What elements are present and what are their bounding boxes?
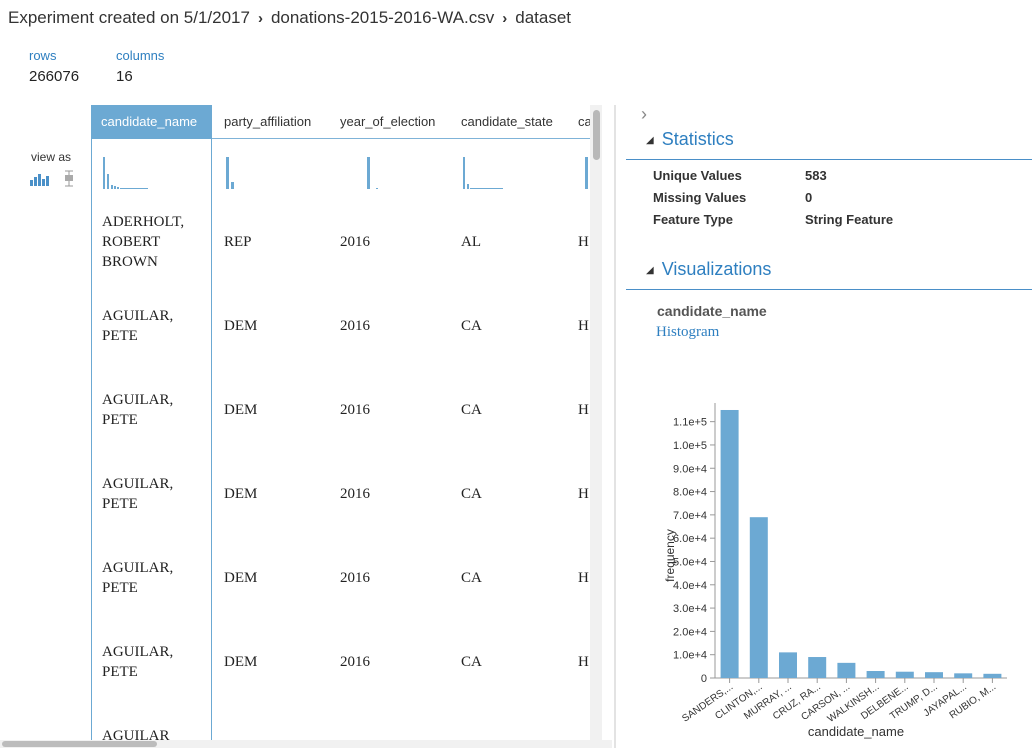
cell-candidate-name[interactable]: AGUILAR, PETE <box>102 474 202 514</box>
cell-party-affiliation[interactable]: REP <box>224 232 252 252</box>
y-tick-label: 8.0e+4 <box>673 487 707 499</box>
stat-value-unique: 583 <box>805 168 827 183</box>
cell-party-affiliation[interactable]: DEM <box>224 568 257 588</box>
stat-value-feature-type: String Feature <box>805 212 894 227</box>
cell-candidate-state[interactable]: CA <box>461 316 482 336</box>
cell-candidate-state[interactable]: CA <box>461 652 482 672</box>
cell-candidate-state[interactable]: CA <box>461 484 482 504</box>
y-tick-label: 5.0e+4 <box>673 556 707 568</box>
cell-partial[interactable]: H <box>578 652 589 672</box>
boxplot-view-icon[interactable] <box>65 170 73 187</box>
histogram-chart: 0 1.0e+4 2.0e+4 3.0e+4 4.0e+4 5.0e+4 6.0e+4 7.0… <box>663 403 1007 739</box>
stat-label-feature-type: Feature Type <box>653 212 733 227</box>
breadcrumb-dataset: dataset <box>515 8 572 27</box>
view-as-icons <box>30 170 73 187</box>
y-tick-label: 3.0e+4 <box>673 603 707 615</box>
cell-party-affiliation[interactable]: DEM <box>224 652 257 672</box>
stat-label-missing: Missing Values <box>653 190 747 205</box>
data-grid: candidate_name party_affiliation year_of… <box>91 105 603 748</box>
mini-histogram-party-affiliation[interactable] <box>226 157 246 189</box>
y-tick-label: 0 <box>701 673 707 685</box>
cell-partial[interactable]: H <box>578 400 589 420</box>
cell-year-of-election[interactable]: 2016 <box>340 316 370 336</box>
mini-histogram-year-of-election[interactable] <box>367 157 387 189</box>
cell-party-affiliation[interactable]: DEM <box>224 316 257 336</box>
chevron-right-icon: › <box>257 10 263 27</box>
cell-year-of-election[interactable]: 2016 <box>340 568 370 588</box>
horizontal-scrollbar-thumb[interactable] <box>2 741 157 747</box>
column-header-candidate-name[interactable]: candidate_name <box>91 105 212 139</box>
visualization-column-name: candidate_name <box>657 303 767 319</box>
histogram-bar[interactable] <box>749 517 768 678</box>
cell-candidate-state[interactable]: CA <box>461 568 482 588</box>
cell-party-affiliation[interactable]: DEM <box>224 484 257 504</box>
visualizations-divider <box>626 289 1032 290</box>
cell-candidate-name[interactable]: ADERHOLT, ROBERT BROWN <box>102 212 202 272</box>
expand-chevron-icon[interactable]: › <box>641 104 647 125</box>
cell-candidate-name[interactable]: AGUILAR, PETE <box>102 306 202 346</box>
visualizations-title: Visualizations <box>661 259 772 279</box>
statistics-section-header[interactable]: ◢ Statistics <box>646 129 734 150</box>
cell-party-affiliation[interactable]: DEM <box>224 400 257 420</box>
visualization-type-link[interactable]: Histogram <box>656 324 719 341</box>
breadcrumb-dataset-file[interactable]: donations-2015-2016-WA.csv <box>271 8 494 27</box>
y-tick-label: 2.0e+4 <box>673 626 707 638</box>
panel-divider[interactable] <box>614 105 616 748</box>
cell-year-of-election[interactable]: 2016 <box>340 232 370 252</box>
breadcrumb-experiment[interactable]: Experiment created on 5/1/2017 <box>8 8 250 27</box>
y-tick-label: 1.0e+4 <box>673 650 707 662</box>
mini-histogram-candidate-state[interactable] <box>463 157 508 189</box>
cell-year-of-election[interactable]: 2016 <box>340 652 370 672</box>
mini-histogram-candidate-name[interactable] <box>103 157 148 189</box>
histogram-bar[interactable] <box>837 662 856 678</box>
cell-year-of-election[interactable]: 2016 <box>340 400 370 420</box>
histogram-bar[interactable] <box>895 671 914 678</box>
y-tick-label: 6.0e+4 <box>673 533 707 545</box>
cell-partial[interactable]: H <box>578 568 589 588</box>
rows-value: 266076 <box>29 68 80 85</box>
cell-partial[interactable]: H <box>578 232 589 252</box>
histogram-bar[interactable] <box>779 652 797 678</box>
columns-label: columns <box>116 48 165 63</box>
cell-partial[interactable]: H <box>578 316 589 336</box>
histogram-bar[interactable] <box>983 673 1002 678</box>
cell-partial[interactable]: H <box>578 484 589 504</box>
histogram-bar[interactable] <box>866 671 885 678</box>
collapse-triangle-icon: ◢ <box>646 135 654 146</box>
visualizations-section-header[interactable]: ◢ Visualizations <box>646 259 771 280</box>
rows-label: rows <box>29 48 57 63</box>
column-header-year-of-election[interactable]: year_of_election <box>340 105 435 139</box>
cell-candidate-name[interactable]: AGUILAR, PETE <box>102 390 202 430</box>
x-axis-label: candidate_name <box>808 724 904 739</box>
y-tick-label: 1.1e+5 <box>673 417 707 429</box>
breadcrumb: Experiment created on 5/1/2017 › donations… <box>8 8 571 28</box>
columns-value: 16 <box>116 68 133 85</box>
cell-candidate-state[interactable]: AL <box>461 232 481 252</box>
y-tick-label: 7.0e+4 <box>673 510 707 522</box>
histogram-bar[interactable] <box>720 409 739 678</box>
vertical-scrollbar[interactable] <box>590 105 602 748</box>
statistics-divider <box>626 159 1032 160</box>
stat-value-missing: 0 <box>805 190 813 205</box>
cell-candidate-name[interactable]: AGUILAR, PETE <box>102 558 202 598</box>
chevron-right-icon: › <box>502 10 508 27</box>
column-header-candidate-state[interactable]: candidate_state <box>461 105 553 139</box>
histogram-bar[interactable] <box>925 672 943 678</box>
y-axis-label: frequency <box>663 529 677 582</box>
collapse-triangle-icon: ◢ <box>646 265 654 276</box>
histogram-bar[interactable] <box>808 657 827 678</box>
vertical-scrollbar-thumb[interactable] <box>593 110 600 160</box>
y-tick-label: 9.0e+4 <box>673 463 707 475</box>
y-tick-label: 1.0e+5 <box>673 440 707 452</box>
view-as-label: view as <box>31 150 72 164</box>
histogram-view-icon[interactable] <box>30 174 49 186</box>
cell-candidate-state[interactable]: CA <box>461 400 482 420</box>
stat-label-unique: Unique Values <box>653 168 742 183</box>
y-tick-label: 4.0e+4 <box>673 580 707 592</box>
histogram-bar[interactable] <box>954 673 973 678</box>
cell-year-of-election[interactable]: 2016 <box>340 484 370 504</box>
column-header-party-affiliation[interactable]: party_affiliation <box>224 105 311 139</box>
statistics-title: Statistics <box>661 129 734 149</box>
cell-candidate-name[interactable]: AGUILAR, PETE <box>102 642 202 682</box>
